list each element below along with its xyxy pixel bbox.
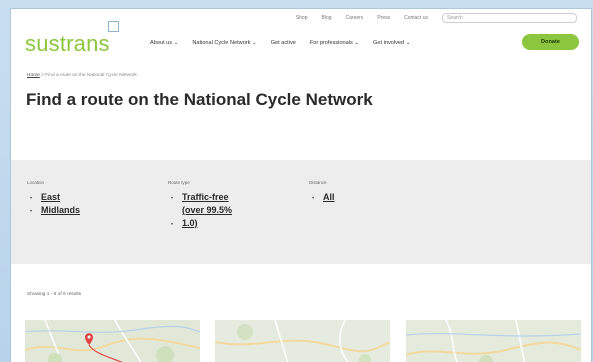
filter-route-type: Route type • Traffic-free (over 99.5% • …	[168, 180, 232, 231]
logo-text: sustrans	[25, 31, 110, 56]
filter-value: 1.0)	[182, 218, 198, 228]
page-title: Find a route on the National Cycle Netwo…	[26, 90, 373, 109]
route-card-2[interactable]	[215, 320, 390, 362]
bullet-icon: •	[171, 222, 174, 228]
nav-item-get-involved[interactable]: Get involved ⌄	[373, 40, 410, 46]
filter-route-type-traffic-free[interactable]: • Traffic-free	[168, 192, 232, 203]
filter-location-east[interactable]: • East	[27, 192, 80, 203]
filter-value: (over 99.5%	[182, 205, 233, 215]
sustrans-logo[interactable]: sustrans	[25, 31, 110, 57]
bullet-icon: •	[312, 196, 315, 202]
filter-distance-label: Distance	[309, 180, 327, 185]
utility-bar: Shop Blog Careers Press Contact us Searc…	[296, 12, 577, 24]
filter-distance-all[interactable]: • All	[309, 192, 335, 203]
filter-value: All	[323, 192, 335, 202]
breadcrumb: Home > Find a route on the National Cycl…	[27, 73, 137, 78]
logo-mark-icon	[108, 21, 119, 32]
filter-route-type-line-3[interactable]: • 1.0)	[168, 218, 232, 229]
bullet-icon: •	[30, 209, 33, 215]
filter-route-type-label: Route type	[168, 180, 190, 185]
route-card-1[interactable]	[25, 320, 200, 362]
utility-link-shop[interactable]: Shop	[296, 15, 308, 21]
bullet-icon: •	[171, 196, 174, 202]
utility-link-careers[interactable]: Careers	[346, 15, 364, 21]
breadcrumb-current: Find a route on the National Cycle Netwo…	[45, 73, 137, 78]
breadcrumb-separator: >	[41, 73, 44, 78]
filter-value: Traffic-free	[182, 192, 229, 202]
nav-item-for-professionals[interactable]: For professionals ⌄	[310, 40, 359, 46]
nav-item-get-active[interactable]: Get active	[271, 40, 296, 46]
filter-route-type-line-2[interactable]: (over 99.5%	[168, 205, 232, 216]
route-map-2	[215, 320, 390, 362]
utility-link-press[interactable]: Press	[377, 15, 390, 21]
filter-value: Midlands	[41, 205, 81, 215]
filter-location-label: Location	[27, 180, 45, 185]
bullet-icon: •	[30, 196, 33, 202]
donate-button[interactable]: Donate	[522, 34, 579, 50]
site-header: sustrans About us ⌄ National Cycle Netwo…	[11, 21, 591, 61]
route-card-3[interactable]	[406, 320, 581, 362]
breadcrumb-home[interactable]: Home	[27, 73, 40, 78]
filter-panel: Location • East • Midlands Route type • …	[11, 160, 591, 264]
nav-item-about[interactable]: About us ⌄	[150, 40, 178, 46]
utility-link-blog[interactable]: Blog	[322, 15, 332, 21]
filter-distance: Distance • All	[309, 180, 335, 205]
nav-item-national-cycle-network[interactable]: National Cycle Network ⌄	[192, 40, 256, 46]
browser-frame: Shop Blog Careers Press Contact us Searc…	[11, 9, 591, 362]
utility-link-contact[interactable]: Contact us	[404, 15, 428, 21]
route-map-1	[25, 320, 200, 362]
filter-value: East	[41, 192, 61, 202]
main-nav: About us ⌄ National Cycle Network ⌄ Get …	[150, 40, 410, 46]
route-map-3	[406, 320, 581, 362]
filter-location-midlands[interactable]: • Midlands	[27, 205, 80, 216]
site-search-input[interactable]: Search	[442, 13, 577, 23]
filter-location: Location • East • Midlands	[27, 180, 80, 218]
results-count: Showing 1 - 6 of 6 results	[27, 292, 82, 297]
